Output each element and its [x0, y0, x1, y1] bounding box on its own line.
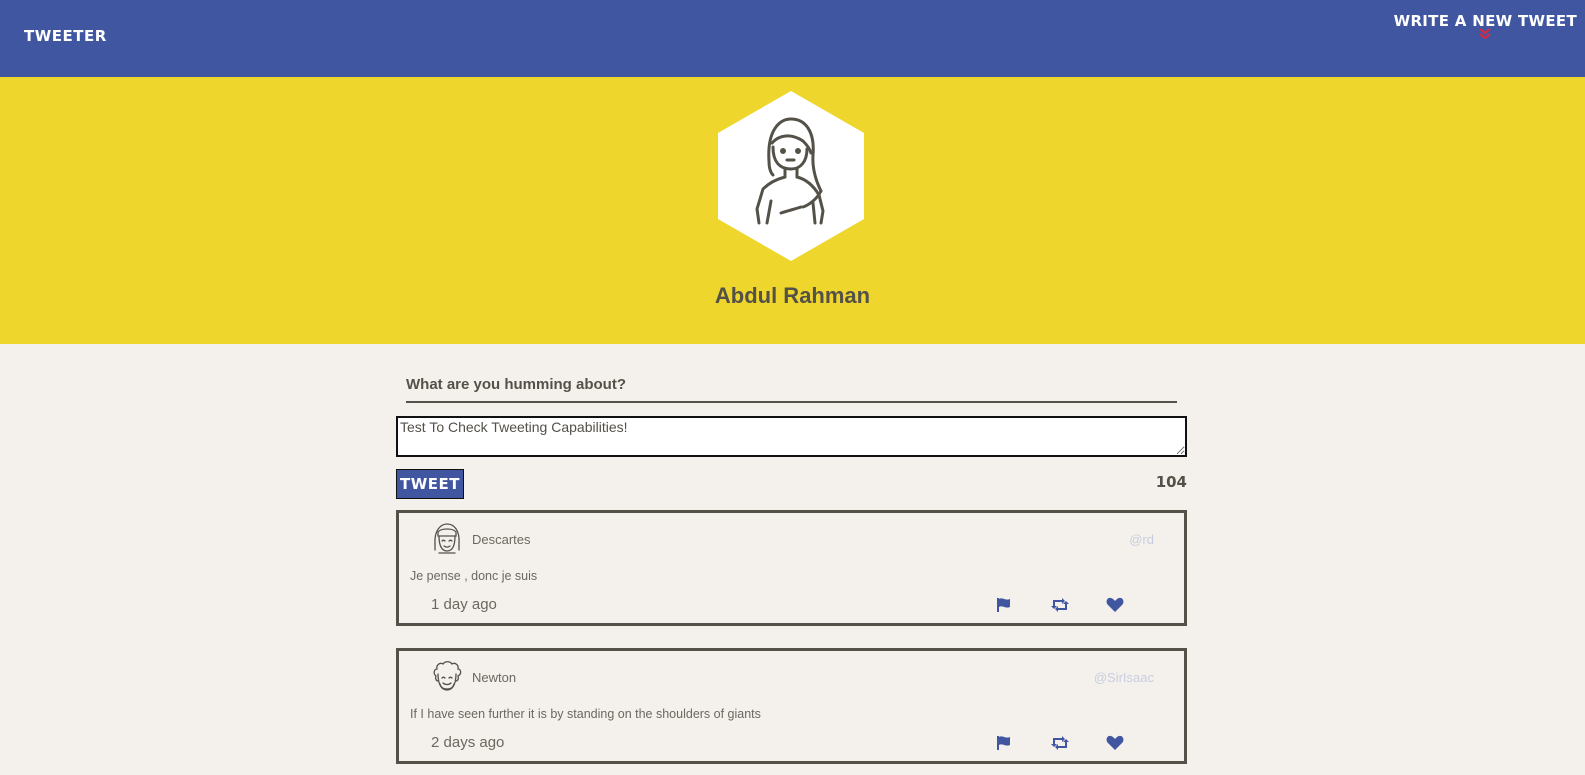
- flag-icon[interactable]: [996, 597, 1051, 618]
- tweet-content: If I have seen further it is by standing…: [410, 707, 761, 721]
- heart-icon[interactable]: [1106, 597, 1161, 618]
- tweet-handle[interactable]: @SirIsaac: [1094, 670, 1154, 685]
- tweet-content: Je pense , donc je suis: [410, 569, 538, 583]
- tweet-actions: [996, 735, 1161, 756]
- tweet-author-name: Newton: [472, 670, 517, 685]
- tweet-actions: [996, 597, 1161, 618]
- retweet-icon[interactable]: [1051, 735, 1106, 756]
- bangs-avatar-icon: [431, 522, 463, 561]
- tweet-textarea[interactable]: Test To Check Tweeting Capabilities!: [396, 416, 1187, 457]
- tweet-button[interactable]: Tweet: [396, 469, 464, 499]
- tweet-card: Descartes @rd Je pense , donc je suis 1 …: [396, 510, 1187, 626]
- divider: [406, 401, 1177, 403]
- tweet-timestamp: 2 days ago: [431, 734, 505, 751]
- tweet-author-name: Descartes: [472, 532, 531, 547]
- tweet-timestamp: 1 day ago: [431, 596, 497, 613]
- top-nav: Tweeter Write a new tweet: [0, 0, 1585, 77]
- char-counter: 104: [1155, 473, 1187, 491]
- heart-icon[interactable]: [1106, 735, 1161, 756]
- composer-prompt: What are you humming about?: [406, 376, 626, 393]
- profile-name: Abdul Rahman: [714, 283, 871, 308]
- tweet-card: Newton @SirIsaac If I have seen further …: [396, 648, 1187, 764]
- woman-avatar-icon: [717, 91, 865, 266]
- tweet-handle[interactable]: @rd: [1129, 532, 1154, 547]
- flag-icon[interactable]: [996, 735, 1051, 756]
- write-new-tweet-link[interactable]: Write a new tweet: [1394, 12, 1577, 40]
- brand-logo[interactable]: Tweeter: [24, 27, 107, 45]
- profile-header: Abdul Rahman: [0, 77, 1585, 344]
- retweet-icon[interactable]: [1051, 597, 1106, 618]
- curly-avatar-icon: [431, 660, 463, 699]
